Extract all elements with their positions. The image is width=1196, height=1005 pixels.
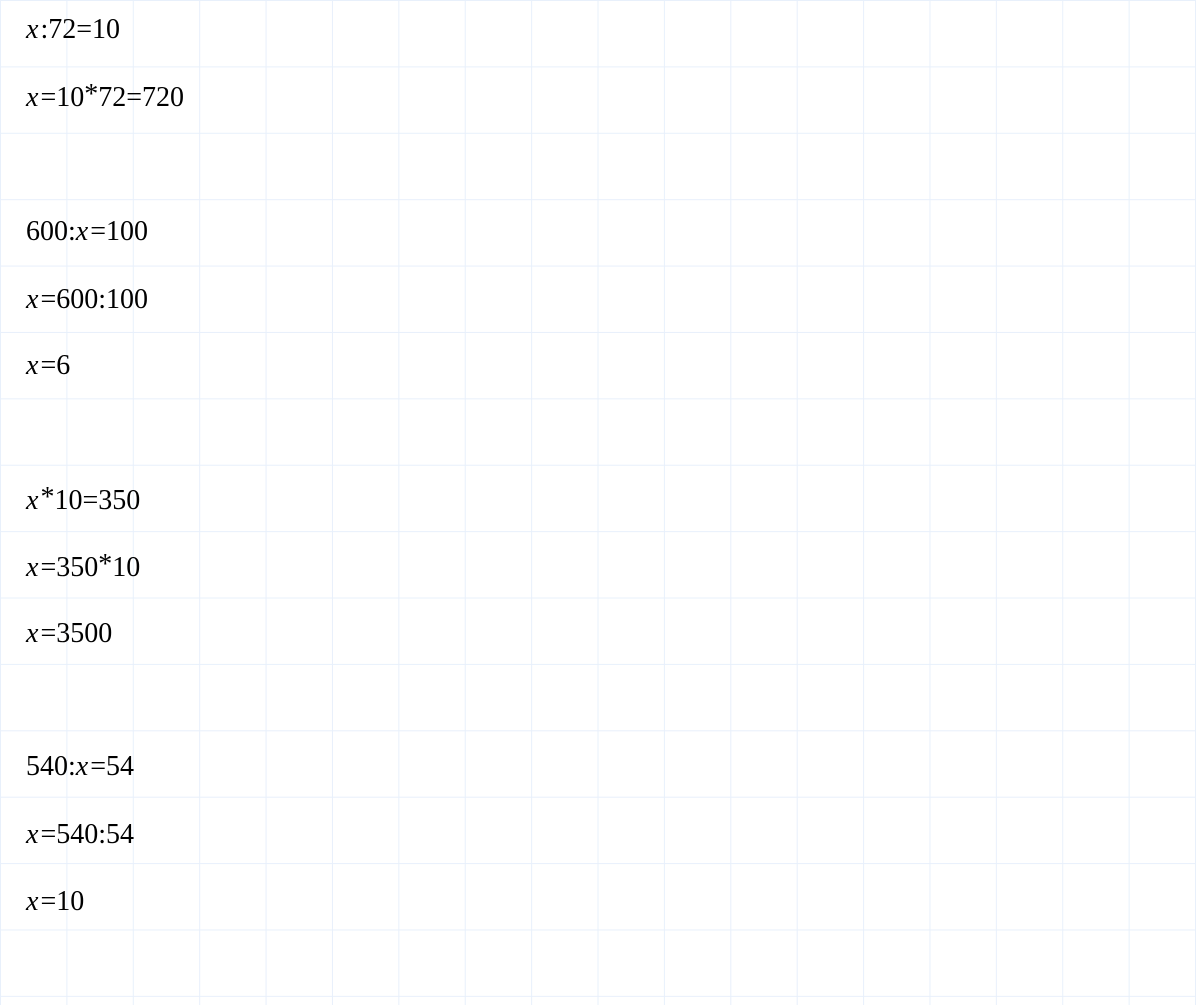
variable-x: x — [26, 552, 38, 584]
number: 10 — [92, 14, 120, 46]
equals-op: = — [40, 350, 56, 382]
number: 350 — [98, 485, 140, 517]
equation-line-5: x = 6 — [26, 348, 70, 384]
number: 720 — [142, 82, 184, 114]
variable-x: x — [26, 886, 38, 918]
variable-x: x — [26, 350, 38, 382]
equals-op: = — [40, 819, 56, 851]
equation-line-2: x = 10 * 72 = 720 — [26, 80, 184, 116]
colon-op: : — [98, 819, 106, 851]
variable-x: x — [26, 82, 38, 114]
number: 600 — [56, 284, 98, 316]
equals-op: = — [40, 552, 56, 584]
equals-op: = — [82, 485, 98, 517]
variable-x: x — [26, 284, 38, 316]
number: 10 — [56, 886, 84, 918]
equation-line-11: x = 10 — [26, 884, 84, 920]
multiply-op: * — [84, 79, 98, 111]
equals-op: = — [40, 886, 56, 918]
colon-op: : — [68, 751, 76, 783]
colon-op: : — [98, 284, 106, 316]
number: 72 — [48, 14, 76, 46]
variable-x: x — [26, 819, 38, 851]
number: 54 — [106, 751, 134, 783]
equals-op: = — [126, 82, 142, 114]
equals-op: = — [40, 618, 56, 650]
number: 10 — [54, 485, 82, 517]
number: 6 — [56, 350, 70, 382]
number: 3500 — [56, 618, 112, 650]
colon-op: : — [68, 216, 76, 248]
multiply-op: * — [98, 549, 112, 581]
equals-op: = — [90, 216, 106, 248]
equals-op: = — [40, 82, 56, 114]
number: 72 — [98, 82, 126, 114]
number: 350 — [56, 552, 98, 584]
number: 100 — [106, 284, 148, 316]
variable-x: x — [76, 216, 88, 248]
equation-line-1: x : 72 = 10 — [26, 12, 120, 48]
equals-op: = — [76, 14, 92, 46]
equation-line-8: x = 3500 — [26, 616, 112, 652]
variable-x: x — [26, 14, 38, 46]
equation-line-6: x * 10 = 350 — [26, 483, 140, 519]
number: 540 — [56, 819, 98, 851]
equation-line-10: x = 540 : 54 — [26, 817, 134, 853]
number: 600 — [26, 216, 68, 248]
number: 54 — [106, 819, 134, 851]
variable-x: x — [26, 485, 38, 517]
equation-line-3: 600 : x = 100 — [26, 214, 148, 250]
equation-line-7: x = 350 * 10 — [26, 550, 140, 586]
multiply-op: * — [40, 482, 54, 514]
number: 10 — [56, 82, 84, 114]
variable-x: x — [26, 618, 38, 650]
equation-line-9: 540 : x = 54 — [26, 749, 134, 785]
equation-line-4: x = 600 : 100 — [26, 282, 148, 318]
equals-op: = — [40, 284, 56, 316]
colon-op: : — [40, 14, 48, 46]
number: 540 — [26, 751, 68, 783]
variable-x: x — [76, 751, 88, 783]
number: 10 — [112, 552, 140, 584]
equals-op: = — [90, 751, 106, 783]
number: 100 — [106, 216, 148, 248]
